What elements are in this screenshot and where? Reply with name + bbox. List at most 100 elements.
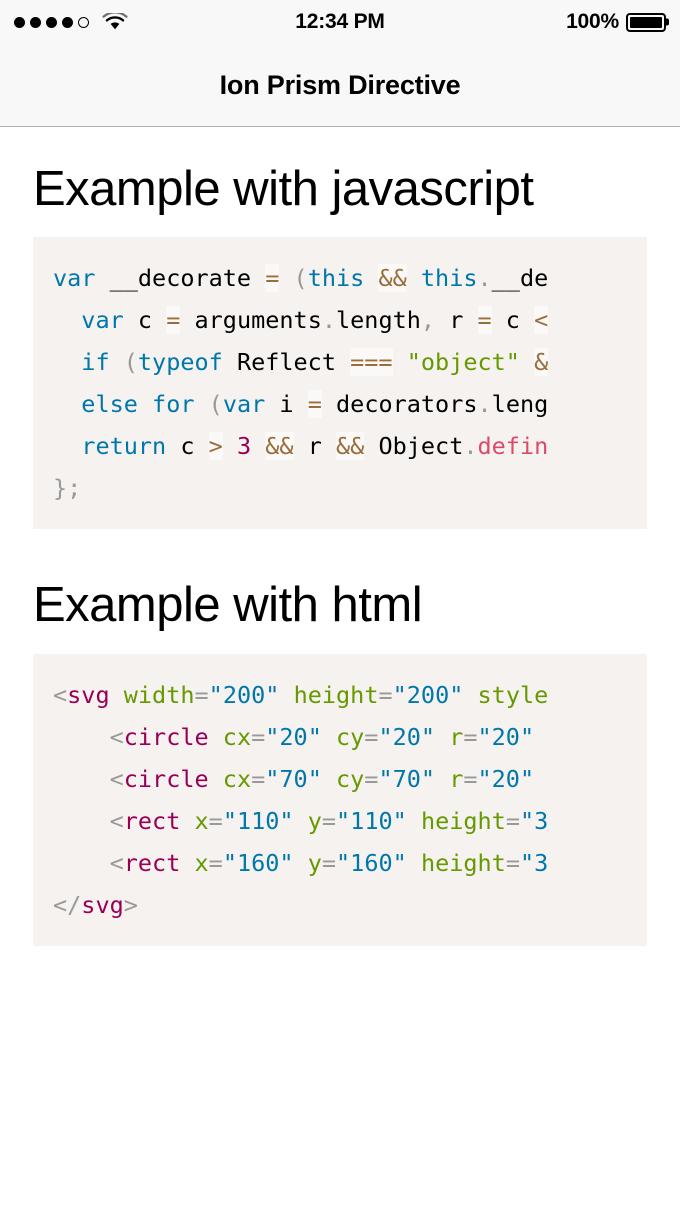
code-token-op: =: [265, 264, 280, 293]
code-token-punc: <: [109, 848, 124, 877]
code-token-attr: width: [123, 680, 195, 709]
code-token-punc: >: [123, 890, 138, 919]
code-javascript: var __decorate = (this && this.__de var …: [53, 257, 647, 509]
code-token-attr: x: [194, 806, 209, 835]
code-token-punc: (: [123, 348, 138, 377]
code-token-punc: .: [463, 432, 478, 461]
code-token-op: &&: [265, 432, 294, 461]
status-bar: 12:34 PM 100%: [0, 0, 680, 44]
code-token-key: var: [81, 306, 124, 335]
battery-nub: [666, 18, 669, 26]
code-token-op: &&: [336, 432, 365, 461]
code-token-attr: height: [420, 848, 506, 877]
code-block-javascript: var __decorate = (this && this.__de var …: [33, 237, 647, 530]
code-token-attr: cx: [222, 764, 252, 793]
code-token-key: if: [81, 348, 110, 377]
section-heading-html: Example with html: [33, 578, 423, 633]
code-token-plain: r: [435, 306, 478, 335]
code-token-op: >: [208, 432, 223, 461]
code-token-punc: =: [364, 722, 379, 751]
code-html: <svg width="200" height="200" style <cir…: [53, 674, 647, 926]
code-token-attr: cy: [336, 722, 365, 751]
code-token-punc: =: [463, 722, 478, 751]
code-token-punc: =: [251, 722, 266, 751]
code-token-key: var: [53, 264, 96, 293]
code-token-val: "160": [336, 848, 407, 877]
code-token-attr: height: [293, 680, 379, 709]
code-token-attr: x: [194, 848, 209, 877]
code-token-val: "70": [265, 764, 322, 793]
code-token-punc: =: [194, 680, 209, 709]
section-heading-javascript: Example with javascript: [33, 162, 534, 216]
code-token-plain: c: [166, 432, 209, 461]
code-token-punc: <: [53, 680, 68, 709]
code-token-punc: (: [293, 264, 308, 293]
code-token-key: else: [81, 390, 138, 419]
code-token-plain: Object: [364, 432, 464, 461]
code-token-fn: defin: [477, 432, 549, 461]
code-token-punc: =: [505, 806, 520, 835]
code-token-key: for: [152, 390, 195, 419]
code-token-attr: r: [449, 722, 464, 751]
code-token-val: "20": [378, 722, 436, 751]
code-token-op: =: [307, 390, 322, 419]
status-bar-time: 12:34 PM: [295, 10, 385, 33]
content-scroll-area[interactable]: Example with javascript var __decorate =…: [0, 128, 680, 1208]
code-token-punc: <: [109, 764, 124, 793]
code-token-plain: c: [123, 306, 167, 335]
code-token-val: "20": [265, 722, 322, 751]
code-token-val: "20": [477, 764, 535, 793]
code-token-attr: y: [307, 848, 322, 877]
code-token-key: var: [222, 390, 266, 419]
code-token-attr: cy: [336, 764, 365, 793]
code-token-plain: __de: [491, 264, 549, 293]
code-token-punc: .: [477, 264, 492, 293]
code-token-punc: (: [208, 390, 223, 419]
code-token-punc: ;: [67, 474, 82, 503]
code-token-val: "3: [519, 806, 549, 835]
code-token-val: "70": [378, 764, 436, 793]
navigation-bar: Ion Prism Directive: [0, 44, 680, 127]
code-token-plain: length: [336, 306, 421, 335]
code-token-str: "object": [406, 348, 520, 377]
page-title: Ion Prism Directive: [219, 69, 461, 100]
code-token-attr: style: [477, 680, 549, 709]
code-token-num: 3: [236, 432, 252, 461]
code-token-val: "20": [477, 722, 535, 751]
code-token-attr: cx: [222, 722, 252, 751]
code-token-punc: <: [109, 806, 124, 835]
code-token-punc: =: [364, 764, 379, 793]
code-token-val: "200": [208, 680, 280, 709]
code-token-punc: =: [505, 848, 520, 877]
code-token-plain: c: [491, 306, 535, 335]
code-token-tag: circle: [123, 764, 209, 793]
code-token-val: "160": [222, 848, 294, 877]
code-token-tag: circle: [123, 722, 209, 751]
battery-full-icon: [626, 12, 669, 32]
code-token-val: "200": [392, 680, 464, 709]
code-token-punc: <: [109, 722, 124, 751]
code-token-punc: =: [378, 680, 393, 709]
